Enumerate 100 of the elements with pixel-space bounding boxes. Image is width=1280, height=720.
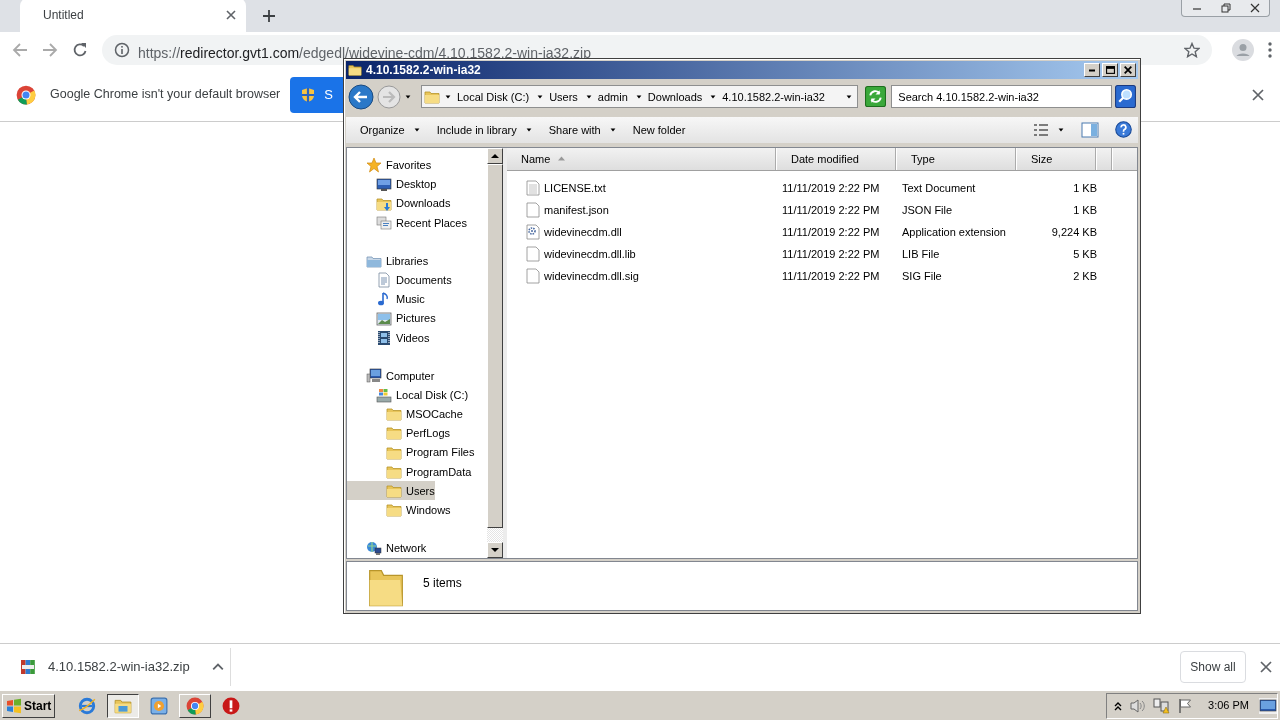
maximize-button[interactable] bbox=[1102, 63, 1118, 77]
network-icon bbox=[366, 540, 382, 557]
modified-date: 11/11/2019 2:22 PM bbox=[782, 246, 880, 262]
library-icon bbox=[366, 253, 382, 270]
back-arrow-icon bbox=[12, 42, 28, 58]
close-button[interactable] bbox=[1260, 661, 1272, 673]
close-button[interactable] bbox=[1252, 88, 1264, 101]
infobar-message: Google Chrome isn't your default browser bbox=[50, 86, 281, 104]
tree-item[interactable]: Local Disk (C:) bbox=[347, 385, 469, 405]
tree-item[interactable]: Downloads bbox=[347, 194, 451, 214]
tree-item[interactable]: ProgramData bbox=[347, 462, 472, 482]
column-header[interactable]: Type bbox=[897, 147, 1017, 170]
breadcrumb[interactable]: Users bbox=[536, 88, 581, 106]
menu-button[interactable] bbox=[1268, 42, 1272, 58]
scrollbar-thumb[interactable] bbox=[487, 163, 503, 529]
tree-item[interactable]: Windows bbox=[347, 500, 451, 520]
item-count: 5 items bbox=[423, 575, 462, 593]
view-menu-button[interactable] bbox=[1057, 125, 1065, 134]
address-box[interactable]: Local Disk (C:) Users admin Downloads 4.10.1582.2-win-ia32 bbox=[421, 85, 859, 109]
drive-icon bbox=[376, 387, 392, 404]
download-item[interactable]: 4.10.1582.2-win-ia32.zip bbox=[0, 648, 231, 686]
tree-item[interactable]: Recent Places bbox=[347, 213, 467, 233]
refresh-button[interactable] bbox=[865, 86, 887, 108]
breadcrumb[interactable]: 4.10.1582.2-win-ia32 bbox=[709, 88, 828, 106]
new-tab-button[interactable] bbox=[262, 9, 276, 23]
bookmark-button[interactable] bbox=[1184, 42, 1200, 58]
tree-item[interactable]: Users bbox=[347, 481, 435, 501]
history-dropdown[interactable] bbox=[404, 92, 412, 101]
tree-item[interactable]: Documents bbox=[347, 270, 452, 290]
file-name[interactable]: widevinecdm.dll.sig bbox=[544, 267, 639, 285]
scroll-up-button[interactable] bbox=[487, 147, 503, 164]
tree-item[interactable]: Libraries bbox=[347, 251, 429, 271]
toolbar-button[interactable]: Organize bbox=[352, 118, 429, 141]
film-icon bbox=[376, 329, 392, 346]
tree-item[interactable]: Desktop bbox=[347, 175, 437, 195]
up-arrow-icon bbox=[491, 152, 499, 159]
help-icon bbox=[1115, 121, 1132, 139]
shield-icon bbox=[300, 86, 317, 103]
toolbar-button[interactable]: Share with bbox=[540, 118, 625, 141]
file-size: 9,224 KB bbox=[1051, 224, 1097, 240]
tree-item[interactable]: Music bbox=[347, 289, 425, 309]
view-button[interactable] bbox=[1033, 122, 1049, 137]
file-name[interactable]: widevinecdm.dll bbox=[544, 223, 622, 241]
monitor-icon bbox=[376, 176, 392, 193]
tree-item[interactable]: Program Files bbox=[347, 443, 475, 463]
pane-icon bbox=[1081, 121, 1099, 138]
breadcrumb[interactable]: admin bbox=[584, 88, 631, 106]
gear-file-icon bbox=[525, 223, 541, 240]
back-button[interactable] bbox=[348, 83, 374, 110]
tree-item[interactable]: Videos bbox=[347, 328, 430, 348]
caret-icon bbox=[404, 92, 412, 101]
caret-icon bbox=[709, 92, 718, 101]
minimize-button[interactable] bbox=[1084, 63, 1100, 77]
reload-icon bbox=[72, 42, 88, 58]
forward-arrow-icon bbox=[42, 42, 58, 58]
profile-button[interactable] bbox=[1232, 39, 1254, 61]
taskbar-button[interactable] bbox=[107, 693, 140, 718]
plus-icon bbox=[262, 9, 276, 23]
browser-tab[interactable]: Untitled bbox=[20, 0, 246, 32]
flag-icon bbox=[1177, 697, 1193, 714]
toolbar-button[interactable]: New folder bbox=[624, 118, 694, 141]
folder-icon bbox=[424, 88, 440, 105]
show-all-button[interactable]: Show all bbox=[1180, 651, 1246, 683]
globe-icon bbox=[78, 696, 97, 715]
search-field[interactable]: Search 4.10.1582.2-win-ia32 bbox=[891, 85, 1112, 109]
maximize-icon bbox=[1105, 66, 1115, 74]
tree-item[interactable]: Computer bbox=[347, 366, 435, 386]
url-text: https://redirector.gvt1.com/edgedl/widevine-cdm/4.10.1582.2-win-ia32.zip bbox=[138, 44, 592, 62]
file-name[interactable]: manifest.json bbox=[544, 201, 609, 219]
star-icon bbox=[366, 157, 382, 174]
column-header[interactable]: Date modified bbox=[777, 147, 897, 170]
breadcrumb[interactable]: Local Disk (C:) bbox=[444, 88, 533, 106]
reload-button[interactable] bbox=[72, 42, 88, 58]
refresh-icon bbox=[865, 86, 887, 108]
scroll-down-button[interactable] bbox=[487, 542, 503, 559]
computer-icon bbox=[366, 367, 382, 384]
file-name[interactable]: LICENSE.txt bbox=[544, 179, 606, 197]
modified-date: 11/11/2019 2:22 PM bbox=[782, 268, 880, 284]
start-button[interactable]: Start bbox=[2, 693, 56, 718]
show-desktop-button[interactable] bbox=[1259, 697, 1277, 714]
tree-item[interactable]: PerfLogs bbox=[347, 423, 451, 443]
column-header[interactable]: Name bbox=[507, 147, 777, 170]
file-name[interactable]: widevinecdm.dll.lib bbox=[544, 245, 636, 263]
file-icon bbox=[525, 245, 541, 262]
search-button[interactable] bbox=[1115, 85, 1136, 109]
address-dropdown[interactable] bbox=[845, 92, 854, 101]
network-warning-icon bbox=[1153, 697, 1171, 714]
tree-item[interactable]: Pictures bbox=[347, 309, 436, 329]
column-header[interactable]: Size bbox=[1017, 147, 1097, 170]
close-icon bbox=[1248, 2, 1261, 14]
stop-icon bbox=[222, 696, 241, 715]
tree-item[interactable]: Favorites bbox=[347, 155, 432, 175]
help-button[interactable] bbox=[1115, 121, 1132, 139]
modified-date: 11/11/2019 2:22 PM bbox=[782, 224, 880, 240]
tree-item[interactable]: Network bbox=[347, 538, 427, 558]
breadcrumb[interactable]: Downloads bbox=[634, 88, 706, 106]
modified-date: 11/11/2019 2:22 PM bbox=[782, 202, 880, 218]
toolbar-button[interactable]: Include in library bbox=[428, 118, 541, 141]
tree-item[interactable]: MSOCache bbox=[347, 404, 463, 424]
avatar-icon bbox=[1232, 39, 1254, 61]
